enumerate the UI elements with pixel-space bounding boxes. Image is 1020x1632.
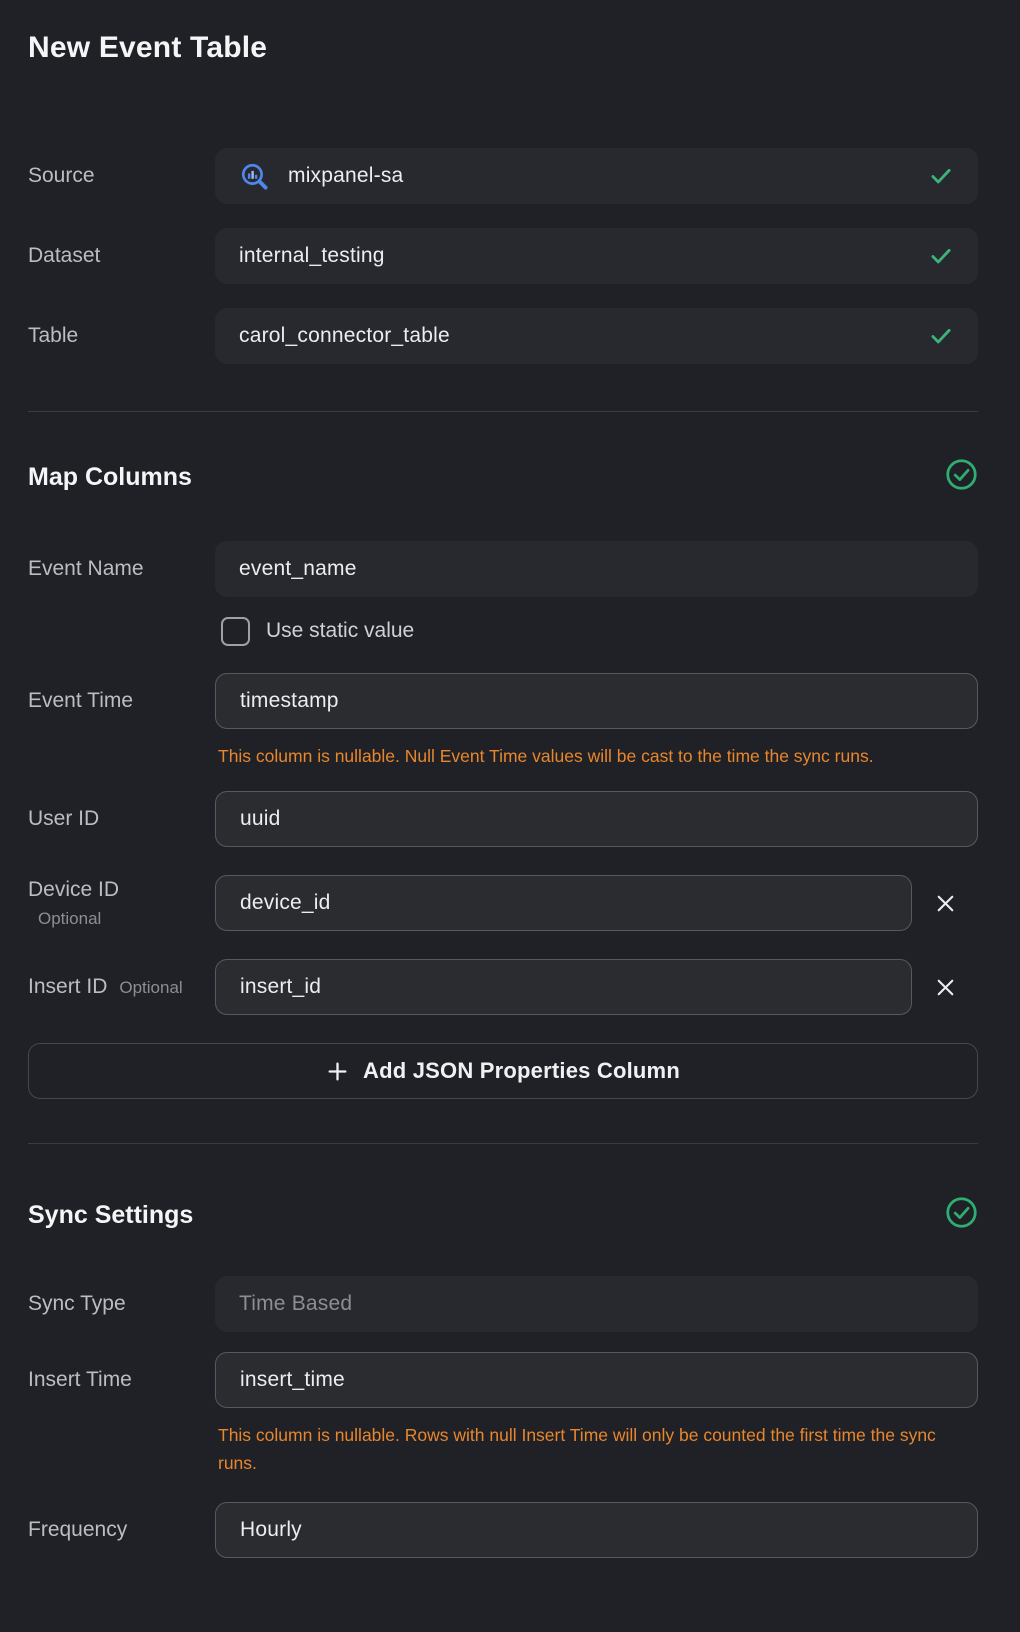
- event-name-value: event_name: [239, 557, 357, 581]
- frequency-select[interactable]: Hourly: [215, 1502, 978, 1558]
- page-title: New Event Table: [28, 30, 978, 66]
- sync-type-row: Sync Type Time Based: [28, 1276, 978, 1332]
- table-select[interactable]: carol_connector_table: [215, 308, 978, 364]
- table-label: Table: [28, 324, 78, 347]
- device-id-label: Device ID: [28, 878, 119, 901]
- section-divider: [28, 411, 978, 412]
- event-name-select[interactable]: event_name: [215, 541, 978, 597]
- user-id-label: User ID: [28, 807, 99, 830]
- table-value: carol_connector_table: [239, 324, 450, 348]
- user-id-input[interactable]: uuid: [215, 791, 978, 847]
- dataset-value: internal_testing: [239, 244, 385, 268]
- insert-id-value: insert_id: [240, 975, 321, 999]
- source-select[interactable]: mixpanel-sa: [215, 148, 978, 204]
- map-columns-complete-circle-check-icon: [945, 458, 978, 496]
- event-time-warning: This column is nullable. Null Event Time…: [28, 742, 978, 770]
- sync-settings-complete-circle-check-icon: [945, 1196, 978, 1234]
- static-value-checkbox[interactable]: [221, 617, 250, 646]
- plus-icon: [326, 1060, 349, 1083]
- sync-type-select[interactable]: Time Based: [215, 1276, 978, 1332]
- source-valid-check-icon: [928, 163, 954, 189]
- dataset-label: Dataset: [28, 244, 100, 267]
- add-json-properties-column-label: Add JSON Properties Column: [363, 1058, 680, 1084]
- insert-time-input[interactable]: insert_time: [215, 1352, 978, 1408]
- event-time-value: timestamp: [240, 689, 339, 713]
- source-value: mixpanel-sa: [288, 164, 403, 188]
- bigquery-icon: [239, 161, 270, 192]
- device-id-row: Device ID Optional device_id: [28, 875, 978, 931]
- user-id-row: User ID uuid: [28, 791, 978, 847]
- insert-time-warning: This column is nullable. Rows with null …: [28, 1421, 978, 1477]
- sync-settings-title: Sync Settings: [28, 1198, 193, 1232]
- table-valid-check-icon: [928, 323, 954, 349]
- device-id-value: device_id: [240, 891, 331, 915]
- section-divider: [28, 1143, 978, 1144]
- dataset-select[interactable]: internal_testing: [215, 228, 978, 284]
- user-id-value: uuid: [240, 807, 281, 831]
- sync-settings-header: Sync Settings: [28, 1196, 978, 1234]
- add-json-properties-column-button[interactable]: Add JSON Properties Column: [28, 1043, 978, 1099]
- new-event-table-form: New Event Table Source mixpanel-sa: [0, 0, 1020, 1632]
- event-time-row: Event Time timestamp: [28, 673, 978, 729]
- event-name-row: Event Name event_name: [28, 541, 978, 597]
- insert-time-label: Insert Time: [28, 1368, 132, 1391]
- insert-id-row: Insert ID Optional insert_id: [28, 959, 978, 1015]
- sync-type-label: Sync Type: [28, 1292, 126, 1315]
- insert-time-value: insert_time: [240, 1368, 345, 1392]
- static-value-row: Use static value: [28, 616, 978, 646]
- event-time-label: Event Time: [28, 689, 133, 712]
- frequency-row: Frequency Hourly: [28, 1502, 978, 1558]
- insert-id-label: Insert ID: [28, 974, 107, 1000]
- table-row: Table carol_connector_table: [28, 308, 978, 364]
- frequency-label: Frequency: [28, 1518, 127, 1541]
- insert-time-row: Insert Time insert_time: [28, 1352, 978, 1408]
- map-columns-title: Map Columns: [28, 460, 192, 494]
- static-value-label: Use static value: [266, 619, 414, 643]
- source-label: Source: [28, 164, 95, 187]
- dataset-valid-check-icon: [928, 243, 954, 269]
- device-id-optional-label: Optional: [38, 909, 215, 929]
- device-id-input[interactable]: device_id: [215, 875, 912, 931]
- dataset-row: Dataset internal_testing: [28, 228, 978, 284]
- insert-id-input[interactable]: insert_id: [215, 959, 912, 1015]
- source-row: Source mixpanel-sa: [28, 148, 978, 204]
- insert-id-optional-label: Optional: [119, 978, 182, 998]
- sync-type-value: Time Based: [239, 1292, 352, 1316]
- event-time-input[interactable]: timestamp: [215, 673, 978, 729]
- insert-id-remove-x-icon[interactable]: [928, 970, 963, 1005]
- device-id-remove-x-icon[interactable]: [928, 886, 963, 921]
- frequency-value: Hourly: [240, 1518, 302, 1542]
- map-columns-header: Map Columns: [28, 458, 978, 496]
- event-name-label: Event Name: [28, 557, 144, 580]
